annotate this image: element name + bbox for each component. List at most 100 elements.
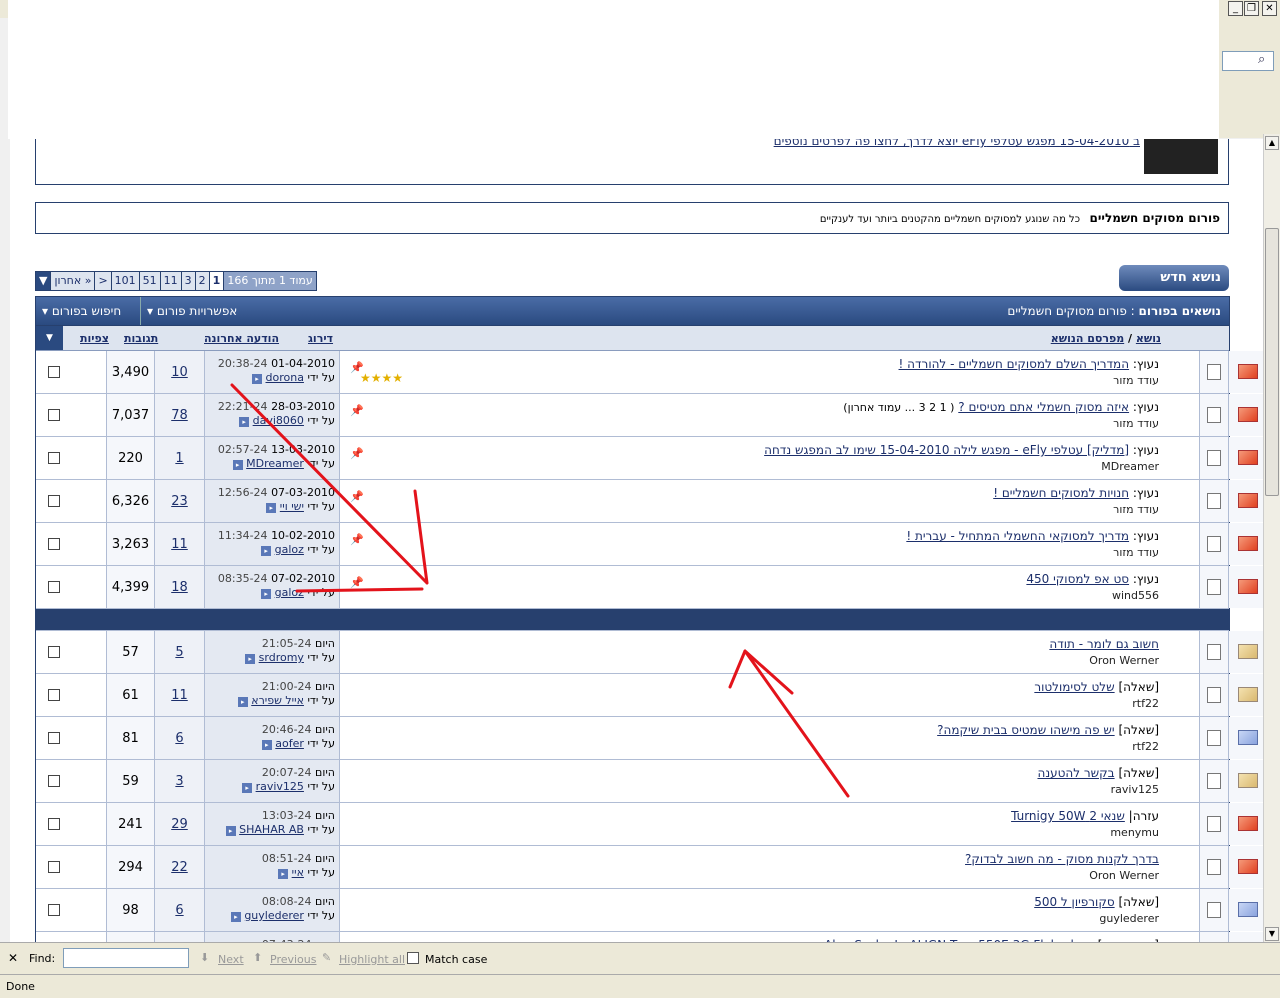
last-post-user[interactable]: dorona <box>266 371 304 384</box>
page-link[interactable]: 3 <box>180 272 195 290</box>
maximize-button[interactable]: ❐ <box>1244 1 1259 16</box>
replies-link[interactable]: 6 <box>175 903 183 918</box>
col-views[interactable]: צפיות <box>80 332 109 345</box>
topic-link[interactable]: המדריך השלם למסוקים חשמליים - להורדה ! <box>899 357 1130 371</box>
new-topic-button[interactable]: נושא חדש <box>1119 265 1229 291</box>
row-checkbox[interactable] <box>48 646 60 658</box>
row-checkbox[interactable] <box>48 581 60 593</box>
row-checkbox[interactable] <box>48 689 60 701</box>
goto-last-icon[interactable]: ▸ <box>252 374 262 384</box>
topic-link[interactable]: סקורפיון ל 500 <box>1034 895 1114 909</box>
replies-link[interactable]: 10 <box>171 365 188 380</box>
topic-link[interactable]: מדריך למסוקאי החשמלי המתחיל - עברית ! <box>906 529 1129 543</box>
forum-options-button[interactable]: ▾ אפשרויות פורום <box>140 297 243 325</box>
match-case-checkbox[interactable] <box>407 952 419 964</box>
row-checkbox[interactable] <box>48 775 60 787</box>
find-next-button[interactable]: Next <box>218 953 244 966</box>
col-replies[interactable]: תגובות <box>124 332 158 345</box>
topic-link[interactable]: שנאי 2 Turnigy 50W <box>1011 809 1125 823</box>
row-checkbox[interactable] <box>48 452 60 464</box>
find-previous-button[interactable]: Previous <box>270 953 317 966</box>
last-post-user[interactable]: srdromy <box>259 651 304 664</box>
replies-link[interactable]: 22 <box>171 860 188 875</box>
banner-link[interactable]: ב 15-04-2010 מפגש עטלפי eFly יוצא לדרך, … <box>774 139 1140 148</box>
page-link[interactable]: 101 <box>110 272 139 290</box>
replies-link[interactable]: 18 <box>171 580 188 595</box>
goto-last-icon[interactable]: ▸ <box>230 912 241 922</box>
forum-search-button[interactable]: ▾ חיפוש בפורום <box>36 297 140 325</box>
search-icon[interactable]: ⌕ <box>1258 52 1265 67</box>
browser-search-input[interactable] <box>1222 51 1274 71</box>
topic-link[interactable]: בקשר להטענה <box>1037 766 1114 780</box>
page-next[interactable]: > <box>94 272 110 290</box>
row-checkbox[interactable] <box>48 409 60 421</box>
last-post-user[interactable]: איי <box>292 866 304 879</box>
last-post-user[interactable]: ישי ויי <box>280 500 304 513</box>
last-post-user[interactable]: MDreamer <box>246 457 304 470</box>
replies-link[interactable]: 29 <box>171 817 188 832</box>
goto-last-icon[interactable]: ▸ <box>232 460 243 470</box>
col-last-post[interactable]: הודעה אחרונה <box>204 332 279 345</box>
replies-link[interactable]: 11 <box>171 688 188 703</box>
last-post-user[interactable]: raviv125 <box>256 780 304 793</box>
minimize-button[interactable]: _ <box>1228 1 1243 16</box>
topic-link[interactable]: יש פה מישהו שמטיס בבית שיקמה? <box>937 723 1114 737</box>
page-link[interactable]: 2 <box>194 272 209 290</box>
row-checkbox[interactable] <box>48 818 60 830</box>
row-checkbox[interactable] <box>48 861 60 873</box>
topic-link[interactable]: סט אפ למסוקי 450 <box>1026 572 1129 586</box>
replies-link[interactable]: 11 <box>171 537 188 552</box>
replies-link[interactable]: 78 <box>171 408 188 423</box>
topic-link[interactable]: חנויות למסוקים חשמליים ! <box>993 486 1129 500</box>
replies-link[interactable]: 6 <box>175 731 183 746</box>
goto-last-icon[interactable]: ▸ <box>225 826 236 836</box>
replies-link[interactable]: 1 <box>175 451 183 466</box>
goto-last-icon[interactable]: ▸ <box>242 783 253 793</box>
topic-link[interactable]: שלט לסימולטור <box>1034 680 1114 694</box>
topic-link[interactable]: בדרך לקנות מסוק - מה חשוב לבדוק? <box>965 852 1159 866</box>
select-menu[interactable]: ▼ <box>36 326 63 350</box>
last-post-user[interactable]: davi8060 <box>253 414 304 427</box>
highlight-all-button[interactable]: Highlight all <box>339 953 405 966</box>
row-checkbox[interactable] <box>48 366 60 378</box>
last-post-user[interactable]: אייל שפירא <box>251 694 304 707</box>
last-post-user[interactable]: SHAHAR AB <box>239 823 304 836</box>
row-checkbox[interactable] <box>48 904 60 916</box>
topic-link[interactable]: חשוב גם לומר - תודה <box>1049 637 1159 651</box>
by-label: על ידי <box>307 694 335 707</box>
topic-link[interactable]: איזה מסוק חשמלי אתם מטיסים ? <box>958 400 1129 414</box>
scroll-up-arrow[interactable]: ▲ <box>1265 136 1279 150</box>
goto-last-icon[interactable]: ▸ <box>245 654 256 664</box>
goto-last-icon[interactable]: ▸ <box>261 740 272 750</box>
close-find-icon[interactable]: ✕ <box>8 951 18 965</box>
col-starter[interactable]: מפרסם הנושא <box>1051 332 1124 345</box>
scroll-thumb[interactable] <box>1265 228 1279 496</box>
row-checkbox[interactable] <box>48 538 60 550</box>
topic-pages[interactable]: ( 1 2 3 ... עמוד אחרון) <box>843 401 954 414</box>
row-checkbox[interactable] <box>48 732 60 744</box>
row-checkbox[interactable] <box>48 495 60 507</box>
goto-last-icon[interactable]: ▸ <box>261 589 272 599</box>
last-post-user[interactable]: galoz <box>275 543 304 556</box>
goto-last-icon[interactable]: ▸ <box>266 503 277 513</box>
last-post-user[interactable]: galoz <box>275 586 304 599</box>
replies-link[interactable]: 3 <box>175 774 183 789</box>
last-post-user[interactable]: aofer <box>275 737 304 750</box>
page-link[interactable]: 51 <box>138 272 160 290</box>
replies-link[interactable]: 23 <box>171 494 188 509</box>
page-link[interactable]: 11 <box>159 272 181 290</box>
page-last[interactable]: אחרון » <box>50 272 94 290</box>
pagination-menu[interactable]: ▼ <box>36 272 51 290</box>
col-rating[interactable]: דירוג <box>308 332 333 345</box>
col-topic[interactable]: נושא <box>1136 332 1161 345</box>
replies-link[interactable]: 5 <box>175 645 183 660</box>
find-input[interactable] <box>63 948 189 968</box>
goto-last-icon[interactable]: ▸ <box>278 869 289 879</box>
last-post-user[interactable]: guylederer <box>244 909 304 922</box>
scroll-down-arrow[interactable]: ▼ <box>1265 927 1279 941</box>
goto-last-icon[interactable]: ▸ <box>239 417 250 427</box>
close-button[interactable]: ✕ <box>1262 1 1277 16</box>
goto-last-icon[interactable]: ▸ <box>261 546 272 556</box>
topic-link[interactable]: [מדליק] עטלפי eFly - מפגש לילה 15-04-201… <box>764 443 1129 457</box>
goto-last-icon[interactable]: ▸ <box>237 697 248 707</box>
